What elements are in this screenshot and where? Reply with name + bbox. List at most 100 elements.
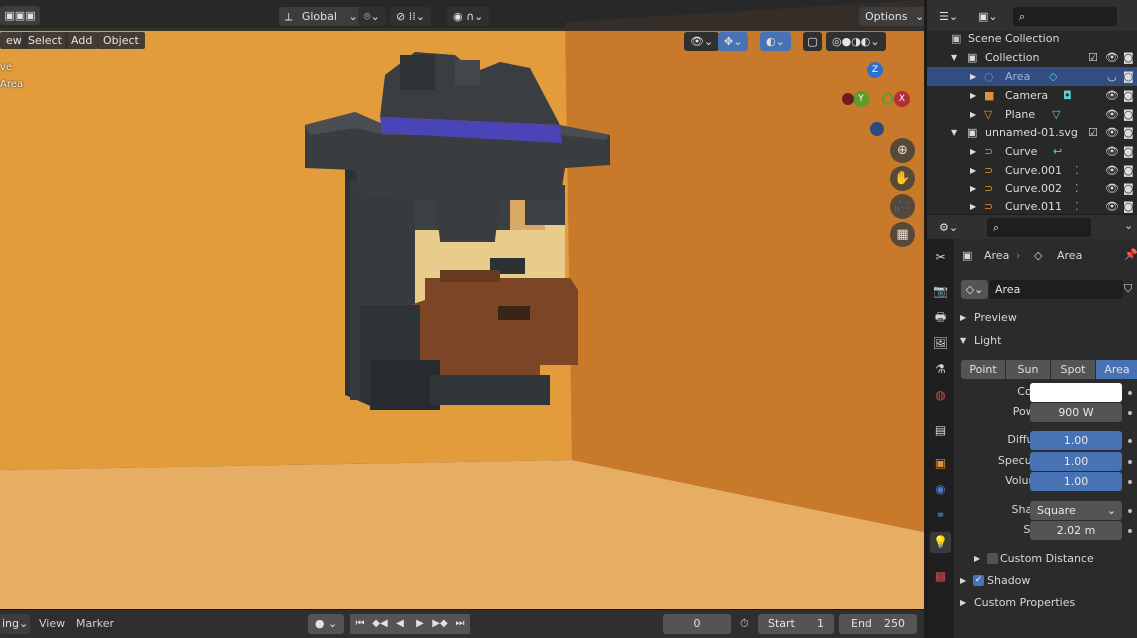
- camera-icon[interactable]: ◙: [1123, 123, 1134, 142]
- expand-arrow-icon[interactable]: ▶: [974, 554, 980, 563]
- view-layer-tab-icon[interactable]: 🖼: [930, 333, 951, 354]
- auto-keying-toggle[interactable]: ● ⌄: [308, 614, 344, 634]
- checkbox-icon[interactable]: ☑: [1088, 123, 1098, 142]
- outliner-row-curve-002[interactable]: ▶ ⊃ Curve.002 ⁚ 👁 ◙: [927, 179, 1137, 198]
- camera-icon[interactable]: ◙: [1123, 105, 1134, 124]
- outliner-row-curve-011[interactable]: ▶ ⊃ Curve.011 ⁚ 👁 ◙: [927, 197, 1137, 214]
- expand-arrow-icon[interactable]: ▶: [960, 598, 966, 607]
- end-frame-field[interactable]: End 250: [839, 614, 917, 634]
- power-field[interactable]: 900 W: [1030, 403, 1122, 422]
- datablock-browse-dropdown[interactable]: ◇⌄: [961, 280, 988, 299]
- scene-tab-icon[interactable]: ⚗: [930, 359, 951, 380]
- display-mode-dropdown[interactable]: ▣⌄: [972, 7, 1004, 26]
- expand-arrow-icon[interactable]: ▼: [960, 336, 966, 345]
- chevron-down-icon[interactable]: ⌄: [1124, 219, 1133, 232]
- eye-icon[interactable]: 👁: [1105, 197, 1119, 216]
- expand-arrow-icon[interactable]: ▶: [970, 105, 976, 124]
- fake-user-shield-icon[interactable]: ⛉: [1124, 282, 1132, 296]
- tool-tab-icon[interactable]: ✂: [930, 247, 951, 268]
- expand-arrow-icon[interactable]: ▶: [970, 161, 976, 180]
- select-box-icon[interactable]: ▣▣▣: [0, 6, 40, 25]
- outliner-row-curve[interactable]: ▶ ⊃ Curve ↩ 👁 ◙: [927, 142, 1137, 161]
- texture-tab-icon[interactable]: ▩: [930, 566, 951, 587]
- play-reverse-icon[interactable]: ◀: [390, 614, 410, 634]
- collection-tab-icon[interactable]: ▤: [930, 420, 951, 441]
- eye-icon[interactable]: 👁: [1105, 86, 1119, 105]
- camera-view-icon[interactable]: 🎥: [890, 194, 915, 219]
- outliner-row-plane[interactable]: ▶ ▽ Plane ▽ 👁 ◙: [927, 105, 1137, 124]
- world-tab-icon[interactable]: ◍: [930, 385, 951, 406]
- custom-properties-header[interactable]: Custom Properties: [974, 596, 1075, 609]
- eye-icon[interactable]: 👁: [1105, 105, 1119, 124]
- expand-arrow-icon[interactable]: ▼: [951, 123, 957, 142]
- keyframe-dot-icon[interactable]: [1128, 480, 1132, 484]
- perspective-grid-icon[interactable]: ▦: [890, 222, 915, 247]
- transform-orientation-dropdown[interactable]: ⟂ Global ⌄: [279, 7, 364, 26]
- physics-tab-icon[interactable]: ◉: [930, 479, 951, 500]
- custom-distance-checkbox[interactable]: [987, 553, 998, 564]
- editor-type-dropdown[interactable]: ☰⌄: [933, 7, 965, 26]
- eye-icon[interactable]: 👁: [1105, 123, 1119, 142]
- stopwatch-icon[interactable]: ⏱: [740, 617, 749, 631]
- pin-icon[interactable]: 📌: [1124, 248, 1137, 261]
- gizmo-z-axis[interactable]: Z: [867, 62, 883, 78]
- outliner-row-curve-001[interactable]: ▶ ⊃ Curve.001 ⁚ 👁 ◙: [927, 161, 1137, 180]
- gizmo-y-axis[interactable]: Y: [853, 91, 869, 107]
- start-frame-field[interactable]: Start 1: [758, 614, 834, 634]
- proportional-editing-toggle[interactable]: ◉ ∩⌄: [447, 7, 490, 26]
- volume-slider[interactable]: 1.00: [1030, 472, 1122, 491]
- play-icon[interactable]: ▶: [410, 614, 430, 634]
- keyframe-dot-icon[interactable]: [1128, 411, 1132, 415]
- expand-arrow-icon[interactable]: ▶: [960, 313, 966, 322]
- size-field[interactable]: 2.02 m: [1030, 521, 1122, 540]
- outliner-row-camera[interactable]: ▶ ■ Camera ◘ 👁 ◙: [927, 86, 1137, 105]
- light-type-sun[interactable]: Sun: [1006, 360, 1050, 379]
- zoom-icon[interactable]: ⊕: [890, 138, 915, 163]
- outliner-row-collection[interactable]: ▼ ▣ Collection ☑ 👁 ◙: [927, 48, 1137, 67]
- gizmo-neg-y-axis[interactable]: [882, 93, 894, 105]
- eye-icon[interactable]: 👁: [1105, 179, 1119, 198]
- gizmo-neg-z-axis[interactable]: [870, 122, 884, 136]
- camera-icon[interactable]: ◙: [1123, 161, 1134, 180]
- camera-icon[interactable]: ◙: [1123, 142, 1134, 161]
- camera-icon[interactable]: ◙: [1123, 197, 1134, 216]
- next-keyframe-icon[interactable]: ▶◆: [430, 614, 450, 634]
- 3d-viewport[interactable]: ▣▣▣ ⟂ Global ⌄ ⌾⌄ ⊘ ⁞⁞⌄ ◉ ∩⌄ Options ⌄ e…: [0, 0, 924, 609]
- overlays-toggle[interactable]: ◐⌄: [760, 32, 791, 51]
- preview-panel-header[interactable]: Preview: [974, 311, 1017, 324]
- playback-dropdown[interactable]: ing⌄: [0, 614, 30, 634]
- light-type-spot[interactable]: Spot: [1051, 360, 1095, 379]
- expand-arrow-icon[interactable]: ▶: [970, 197, 976, 216]
- prev-keyframe-icon[interactable]: ◆◀: [370, 614, 390, 634]
- constraints-tab-icon[interactable]: ⚭: [930, 505, 951, 526]
- eye-closed-icon[interactable]: ◡: [1107, 67, 1117, 86]
- properties-search-input[interactable]: ⌕: [987, 218, 1091, 237]
- pan-hand-icon[interactable]: ✋: [890, 166, 915, 191]
- editor-type-dropdown[interactable]: ⚙⌄: [933, 218, 965, 237]
- keyframe-dot-icon[interactable]: [1128, 391, 1132, 395]
- camera-icon[interactable]: ◙: [1123, 179, 1134, 198]
- xray-toggle-icon[interactable]: ▢: [803, 32, 822, 51]
- gizmo-x-axis[interactable]: X: [894, 91, 910, 107]
- keyframe-dot-icon[interactable]: [1128, 439, 1132, 443]
- menu-select[interactable]: Select: [22, 32, 68, 49]
- menu-add[interactable]: Add: [65, 32, 99, 49]
- menu-object[interactable]: Object: [97, 32, 145, 49]
- keyframe-dot-icon[interactable]: [1128, 529, 1132, 533]
- menu-view[interactable]: View: [39, 617, 65, 630]
- gizmo-toggle[interactable]: ✥⌄: [718, 32, 749, 51]
- render-tab-icon[interactable]: 📷: [930, 281, 951, 302]
- datablock-name-field[interactable]: Area: [989, 280, 1123, 299]
- expand-arrow-icon[interactable]: ▶: [970, 142, 976, 161]
- expand-arrow-icon[interactable]: ▶: [960, 576, 966, 585]
- outliner-search-input[interactable]: ⌕: [1013, 7, 1117, 26]
- snap-toggle[interactable]: ⊘ ⁞⁞⌄: [390, 7, 431, 26]
- diffuse-slider[interactable]: 1.00: [1030, 431, 1122, 450]
- pivot-point-dropdown[interactable]: ⌾⌄: [358, 7, 386, 26]
- light-panel-header[interactable]: Light: [974, 334, 1001, 347]
- outliner-row-scene-collection[interactable]: ▣ Scene Collection: [927, 29, 1137, 48]
- outliner-row-unnamed-svg[interactable]: ▼ ▣ unnamed-01.svg ☑ 👁 ◙: [927, 123, 1137, 142]
- visibility-dropdown[interactable]: 👁⌄: [684, 32, 720, 51]
- gizmo-neg-x-axis[interactable]: [842, 93, 854, 105]
- color-swatch[interactable]: [1030, 383, 1122, 402]
